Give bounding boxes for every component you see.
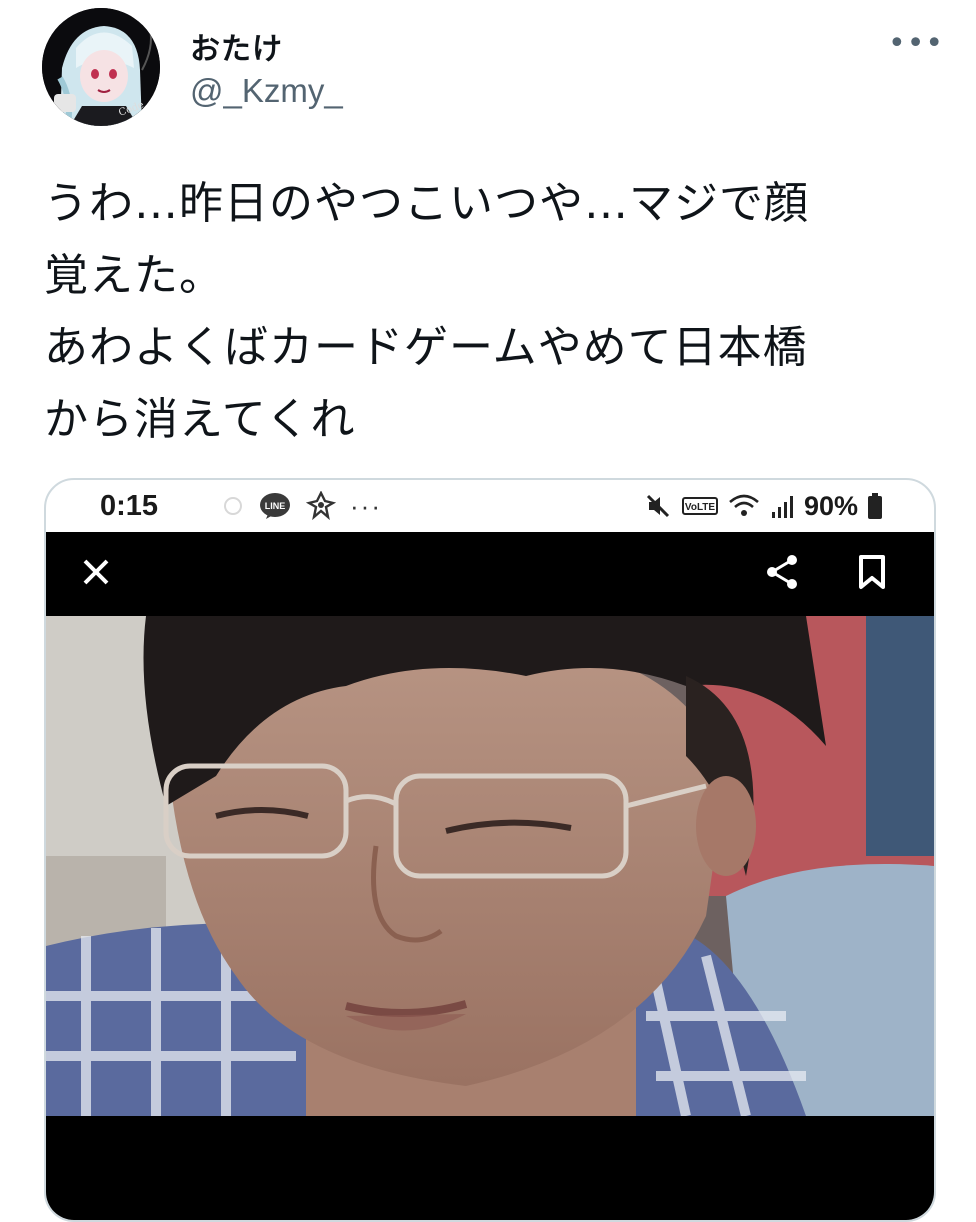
notification-ghost-icon <box>224 497 242 515</box>
line-app-icon: LINE <box>260 493 290 519</box>
tweet-text-line: 覚えた。 <box>44 250 224 301</box>
battery-icon <box>868 493 882 519</box>
tweet-text: うわ…昨日のやつこいつや…マジで顔 覚えた。 あわよくばカードゲームやめて日本橋… <box>44 168 944 456</box>
phone-status-bar: 0:15 LINE ··· VoLTE 90% <box>46 480 934 532</box>
more-notifications-icon: ··· <box>350 490 382 521</box>
display-name[interactable]: おたけ <box>190 24 283 68</box>
game-app-icon <box>306 491 336 521</box>
avatar-image: Code <box>42 8 160 126</box>
share-icon[interactable] <box>762 552 802 596</box>
photo[interactable] <box>46 616 934 1116</box>
status-time: 0:15 <box>100 490 159 522</box>
tweet-text-line: あわよくばカードゲームやめて日本橋 <box>44 322 808 373</box>
avatar[interactable]: Code <box>42 8 160 126</box>
volte-icon: VoLTE <box>681 497 718 515</box>
line-badge-text: LINE <box>265 501 286 511</box>
image-viewer-bottom-bar <box>46 1116 934 1220</box>
user-handle[interactable]: @_Kzmy_ <box>190 72 343 110</box>
volte-badge-text: VoLTE <box>685 502 716 513</box>
more-options-button[interactable]: ••• <box>888 24 944 64</box>
image-viewer-toolbar <box>46 532 934 616</box>
battery-percent: 90% <box>803 490 858 521</box>
mute-icon <box>646 494 670 518</box>
photo-image <box>46 616 934 1116</box>
signal-icon <box>771 496 793 518</box>
close-icon[interactable] <box>80 556 112 592</box>
tweet-text-line: から消えてくれ <box>44 394 356 445</box>
tweet-media[interactable]: 0:15 LINE ··· VoLTE 90% <box>44 478 936 1222</box>
wifi-icon <box>729 494 759 516</box>
tweet-text-line: うわ…昨日のやつこいつや…マジで顔 <box>44 178 809 229</box>
bookmark-icon[interactable] <box>856 554 888 594</box>
